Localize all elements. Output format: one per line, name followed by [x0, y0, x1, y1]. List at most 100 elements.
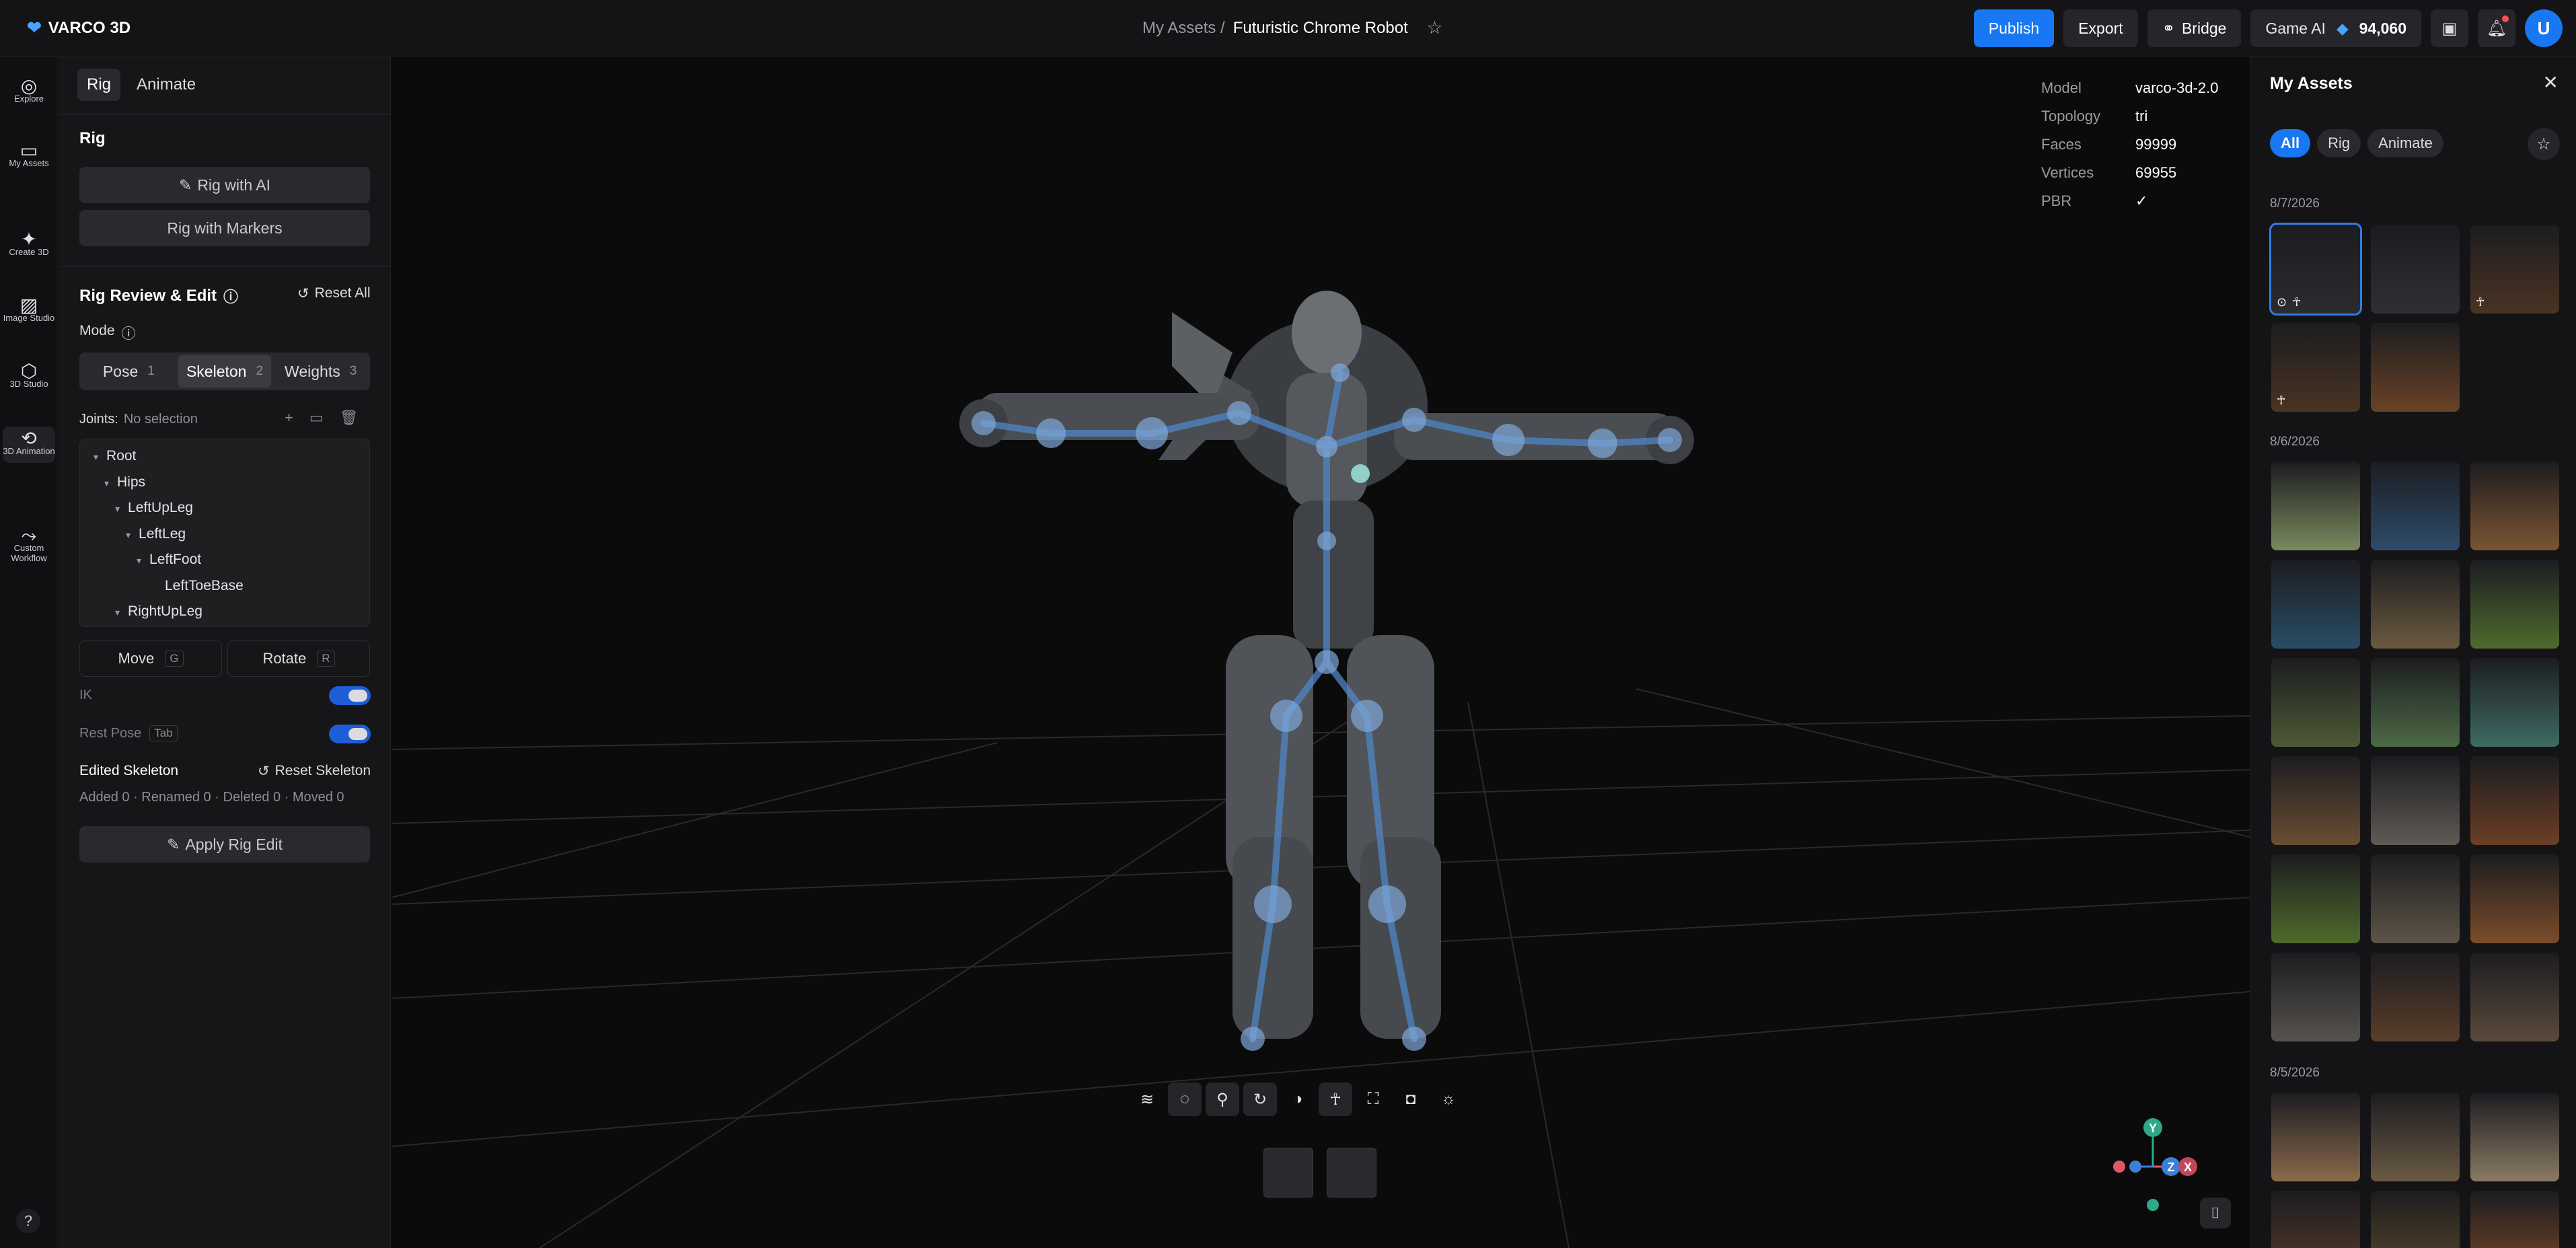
- asset-thumb[interactable]: [2271, 462, 2360, 550]
- nav-image-studio[interactable]: ▨ Image Studio: [3, 296, 55, 324]
- rest-pose-toggle[interactable]: [329, 725, 371, 743]
- mode-label: Weights: [285, 362, 340, 380]
- filter-chip-all[interactable]: All: [2270, 129, 2311, 157]
- tree-node[interactable]: ▾ LeftLeg: [80, 521, 369, 548]
- skeleton-figure-icon[interactable]: ☥: [1319, 1082, 1352, 1116]
- avatar[interactable]: U: [2525, 9, 2563, 47]
- nav-3d-animation[interactable]: ⟲ 3D Animation: [3, 427, 55, 463]
- mode-weights[interactable]: Weights 3: [274, 355, 367, 388]
- tree-node[interactable]: LeftToeBase: [80, 573, 369, 599]
- asset-thumb[interactable]: [2470, 560, 2559, 649]
- asset-thumb[interactable]: [2470, 756, 2559, 845]
- caret-down-icon: ▾: [126, 529, 131, 540]
- credits-display[interactable]: Game AI ◆ 94,060: [2250, 9, 2421, 47]
- shop-button[interactable]: ▣: [2431, 9, 2468, 47]
- fullscreen-icon[interactable]: ⛶: [1356, 1082, 1390, 1116]
- mode-label: Pose: [102, 362, 139, 380]
- info-icon[interactable]: ⓘ: [223, 285, 238, 307]
- asset-thumb[interactable]: [2371, 953, 2460, 1041]
- breadcrumb-parent[interactable]: My Assets /: [1142, 19, 1225, 38]
- filter-chip-animate[interactable]: Animate: [2367, 129, 2443, 157]
- mode-shortcut: 2: [256, 364, 264, 378]
- reset-all-button[interactable]: ↺ Reset All: [297, 285, 370, 302]
- asset-thumb[interactable]: [2271, 854, 2360, 943]
- asset-thumb[interactable]: [2470, 462, 2559, 550]
- skeleton-bones[interactable]: [980, 369, 1673, 1042]
- asset-thumb[interactable]: [2271, 1191, 2360, 1248]
- tree-node[interactable]: ▾ LeftFoot: [80, 547, 369, 573]
- info-icon[interactable]: ⓘ: [122, 323, 136, 343]
- brand-logo[interactable]: ❤ VARCO 3D: [27, 17, 131, 38]
- apply-rig-edit-button[interactable]: ✎ Apply Rig Edit: [79, 826, 370, 862]
- ik-toggle[interactable]: [329, 686, 371, 705]
- orbit-icon[interactable]: ◌: [1168, 1082, 1202, 1116]
- material-sphere-icon[interactable]: ◑: [1281, 1082, 1315, 1116]
- export-button[interactable]: Export: [2063, 9, 2138, 47]
- asset-thumb[interactable]: [2371, 1093, 2460, 1181]
- nav-3d-studio[interactable]: ⬡ 3D Studio: [3, 362, 55, 390]
- asset-thumb[interactable]: [2271, 560, 2360, 649]
- gizmo-z-label: Z: [2168, 1161, 2175, 1174]
- asset-thumb[interactable]: [2470, 854, 2559, 943]
- asset-thumb[interactable]: [2271, 953, 2360, 1041]
- favorites-star-icon[interactable]: ☆: [2528, 128, 2560, 160]
- publish-button[interactable]: Publish: [1973, 9, 2055, 47]
- tree-node[interactable]: ▾ RightUpLeg: [80, 599, 369, 625]
- notifications-button[interactable]: 🔔︎: [2478, 9, 2515, 47]
- asset-thumb[interactable]: [2371, 1191, 2460, 1248]
- rotate-tool-button[interactable]: Rotate R: [227, 640, 370, 677]
- asset-thumb[interactable]: [2271, 1093, 2360, 1181]
- rig-with-markers-button[interactable]: Rig with Markers: [79, 210, 370, 246]
- tree-node[interactable]: ▾ LeftUpLeg: [80, 495, 369, 521]
- asset-thumb[interactable]: [2371, 560, 2460, 649]
- axis-gizmo[interactable]: Y Z X: [2113, 1118, 2197, 1211]
- rotate-view-icon[interactable]: ↻: [1243, 1082, 1277, 1116]
- asset-thumb[interactable]: [2470, 658, 2559, 747]
- asset-thumb[interactable]: [2470, 1191, 2559, 1248]
- delete-joint-icon[interactable]: 🗑︎: [340, 409, 359, 427]
- asset-thumb[interactable]: [2470, 1093, 2559, 1181]
- mode-skeleton[interactable]: Skeleton 2: [178, 355, 272, 388]
- rig-with-ai-button[interactable]: ✎ Rig with AI: [79, 167, 370, 203]
- layers-icon[interactable]: ≋: [1130, 1082, 1164, 1116]
- camera-icon[interactable]: ◘: [1394, 1082, 1428, 1116]
- tab-rig[interactable]: Rig: [77, 69, 121, 101]
- asset-thumb[interactable]: [2371, 658, 2460, 747]
- nav-explore[interactable]: ◎ Explore: [3, 77, 55, 104]
- asset-thumb[interactable]: [2271, 756, 2360, 845]
- nav-custom-workflow[interactable]: ⤳ Custom Workflow: [3, 526, 55, 564]
- asset-thumb[interactable]: [2371, 756, 2460, 845]
- bridge-button[interactable]: ⚭ Bridge: [2147, 9, 2242, 47]
- tree-node[interactable]: ▾ Root: [80, 443, 369, 470]
- close-icon[interactable]: ✕: [2543, 71, 2559, 94]
- 3d-viewport[interactable]: Y Z X: [392, 57, 2250, 1248]
- joint-tree[interactable]: ▾ Root ▾ Hips ▾ LeftUpLeg ▾ LeftLeg ▾ LeftFoo…: [79, 439, 370, 627]
- asset-thumb[interactable]: [2470, 953, 2559, 1041]
- nav-my-assets[interactable]: ▭ My Assets: [3, 141, 55, 169]
- move-tool-button[interactable]: Move G: [79, 640, 222, 677]
- bones-icon[interactable]: ⚲: [1206, 1082, 1239, 1116]
- mouse-controls-icon[interactable]: ⌷: [2200, 1198, 2231, 1228]
- variant-thumb-texture[interactable]: [1327, 1148, 1376, 1198]
- asset-thumb[interactable]: [2371, 462, 2460, 550]
- asset-thumb[interactable]: [2371, 854, 2460, 943]
- filter-chip-rig[interactable]: Rig: [2317, 129, 2361, 157]
- lighting-icon[interactable]: ☼: [1432, 1082, 1465, 1116]
- asset-thumb[interactable]: [2371, 323, 2460, 412]
- asset-thumb[interactable]: ☥: [2470, 225, 2559, 314]
- tab-animate[interactable]: Animate: [127, 69, 205, 101]
- variant-thumb-robot[interactable]: [1263, 1148, 1313, 1198]
- asset-thumb[interactable]: [2371, 225, 2460, 314]
- add-joint-icon[interactable]: +: [285, 409, 293, 427]
- asset-thumb[interactable]: [2271, 658, 2360, 747]
- asset-thumb[interactable]: ⊙ ☥: [2269, 223, 2362, 316]
- tree-node[interactable]: ▾ Hips: [80, 470, 369, 496]
- mode-pose[interactable]: Pose 1: [82, 355, 176, 388]
- help-button[interactable]: ?: [16, 1209, 40, 1233]
- rename-joint-icon[interactable]: ▭: [309, 409, 324, 427]
- favorite-star-icon[interactable]: ☆: [1427, 17, 1442, 38]
- reset-skeleton-button[interactable]: ↺ Reset Skeleton: [258, 763, 371, 780]
- model-key: Model: [2041, 79, 2082, 96]
- nav-create-3d[interactable]: ✦ Create 3D: [3, 230, 55, 258]
- asset-thumb[interactable]: ☥: [2271, 323, 2360, 412]
